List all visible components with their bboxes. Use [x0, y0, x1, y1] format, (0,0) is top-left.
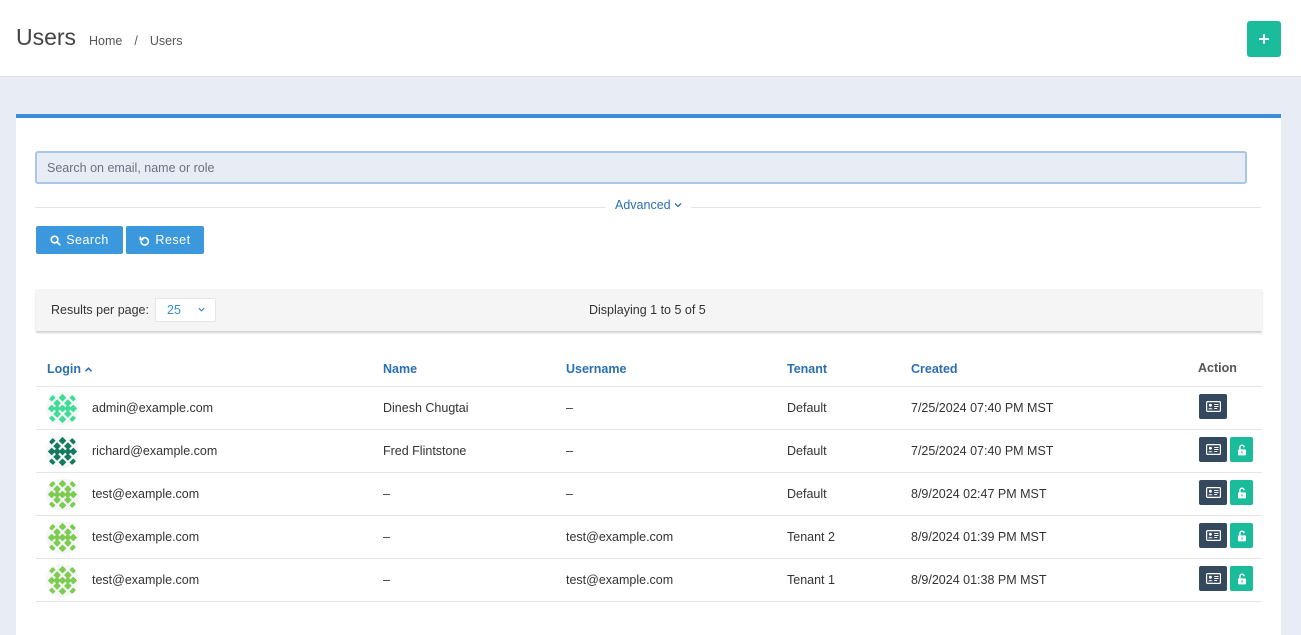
- page-title: Users: [16, 24, 77, 50]
- name-cell: Fred Flintstone: [383, 444, 467, 458]
- users-card: Advanced Search Reset Results per page: …: [16, 114, 1281, 635]
- name-cell: –: [383, 530, 390, 544]
- unlock-user-button[interactable]: [1230, 437, 1253, 462]
- reset-button[interactable]: Reset: [126, 226, 204, 254]
- tenant-cell: Tenant 1: [787, 573, 835, 587]
- name-cell: –: [383, 487, 390, 501]
- login-cell: test@example.com: [92, 487, 200, 501]
- view-profile-button[interactable]: [1199, 480, 1227, 505]
- avatar: [46, 478, 79, 511]
- login-cell: test@example.com: [92, 573, 200, 587]
- login-cell: test@example.com: [92, 530, 200, 544]
- created-cell: 8/9/2024 02:47 PM MST: [911, 487, 1047, 501]
- advanced-toggle[interactable]: Advanced: [606, 198, 691, 212]
- advanced-label: Advanced: [615, 198, 671, 212]
- unlock-user-button[interactable]: [1230, 566, 1253, 591]
- top-bar: Users Home / Users: [0, 0, 1301, 77]
- add-user-button[interactable]: [1247, 21, 1281, 57]
- chevron-down-icon: [674, 203, 682, 208]
- results-per-page-value: 25: [167, 303, 181, 317]
- sort-asc-icon: [84, 366, 93, 372]
- created-cell: 7/25/2024 07:40 PM MST: [911, 444, 1054, 458]
- table-row: test@example.com – – Default 8/9/2024 02…: [36, 473, 1262, 516]
- breadcrumb: Home / Users: [89, 34, 182, 48]
- name-cell: Dinesh Chugtai: [383, 401, 469, 415]
- view-profile-button[interactable]: [1199, 523, 1227, 548]
- login-cell: admin@example.com: [92, 401, 214, 415]
- search-button-label: Search: [66, 233, 109, 247]
- reset-button-label: Reset: [155, 233, 191, 247]
- undo-icon: [139, 236, 150, 246]
- unlock-user-button[interactable]: [1230, 523, 1253, 548]
- view-profile-button[interactable]: [1199, 566, 1227, 591]
- search-icon: [50, 234, 61, 246]
- search-button[interactable]: Search: [36, 226, 123, 254]
- unlock-icon: [1237, 573, 1246, 584]
- unlock-icon: [1237, 530, 1246, 541]
- table-row: test@example.com – test@example.com Tena…: [36, 516, 1262, 559]
- unlock-user-button[interactable]: [1230, 480, 1253, 505]
- view-profile-button[interactable]: [1199, 394, 1227, 419]
- column-header-name[interactable]: Name: [383, 362, 417, 376]
- table-row: richard@example.com Fred Flintstone – De…: [36, 430, 1262, 473]
- pagination-bar: Results per page: 25 Displaying 1 to 5 o…: [36, 289, 1262, 331]
- id-card-icon: [1205, 444, 1221, 455]
- column-header-created[interactable]: Created: [911, 362, 958, 376]
- column-header-action: Action: [1198, 361, 1237, 375]
- displaying-count: Displaying 1 to 5 of 5: [589, 303, 706, 317]
- id-card-icon: [1205, 573, 1221, 584]
- results-per-page-select[interactable]: 25: [155, 298, 216, 322]
- column-header-tenant[interactable]: Tenant: [787, 362, 827, 376]
- plus-icon: [1259, 34, 1269, 44]
- username-cell: –: [566, 401, 573, 415]
- created-cell: 8/9/2024 01:39 PM MST: [911, 530, 1047, 544]
- id-card-icon: [1205, 401, 1221, 412]
- created-cell: 7/25/2024 07:40 PM MST: [911, 401, 1054, 415]
- results-per-page-label: Results per page:: [51, 303, 149, 317]
- table-row: test@example.com – test@example.com Tena…: [36, 559, 1262, 602]
- avatar: [46, 435, 79, 468]
- column-header-login[interactable]: Login: [47, 362, 93, 376]
- column-login-label: Login: [47, 362, 82, 376]
- breadcrumb-separator: /: [134, 34, 138, 48]
- unlock-icon: [1237, 444, 1246, 455]
- name-cell: –: [383, 573, 390, 587]
- breadcrumb-home[interactable]: Home: [89, 34, 122, 48]
- username-cell: test@example.com: [566, 530, 674, 544]
- view-profile-button[interactable]: [1199, 437, 1227, 462]
- tenant-cell: Default: [787, 401, 827, 415]
- tenant-cell: Default: [787, 444, 827, 458]
- avatar: [46, 521, 79, 554]
- tenant-cell: Default: [787, 487, 827, 501]
- username-cell: –: [566, 444, 573, 458]
- username-cell: test@example.com: [566, 573, 674, 587]
- id-card-icon: [1205, 487, 1221, 498]
- id-card-icon: [1205, 530, 1221, 541]
- avatar: [46, 392, 79, 425]
- login-cell: richard@example.com: [92, 444, 218, 458]
- table-row: admin@example.com Dinesh Chugtai – Defau…: [36, 387, 1262, 430]
- column-header-username[interactable]: Username: [566, 362, 626, 376]
- search-input[interactable]: [35, 151, 1247, 184]
- table-header: Login Name Username Tenant Created Actio…: [36, 351, 1262, 387]
- avatar: [46, 564, 79, 597]
- chevron-down-icon: [198, 307, 205, 312]
- breadcrumb-users: Users: [149, 34, 183, 48]
- tenant-cell: Tenant 2: [787, 530, 835, 544]
- created-cell: 8/9/2024 01:38 PM MST: [911, 573, 1047, 587]
- username-cell: –: [566, 487, 573, 501]
- unlock-icon: [1237, 487, 1246, 498]
